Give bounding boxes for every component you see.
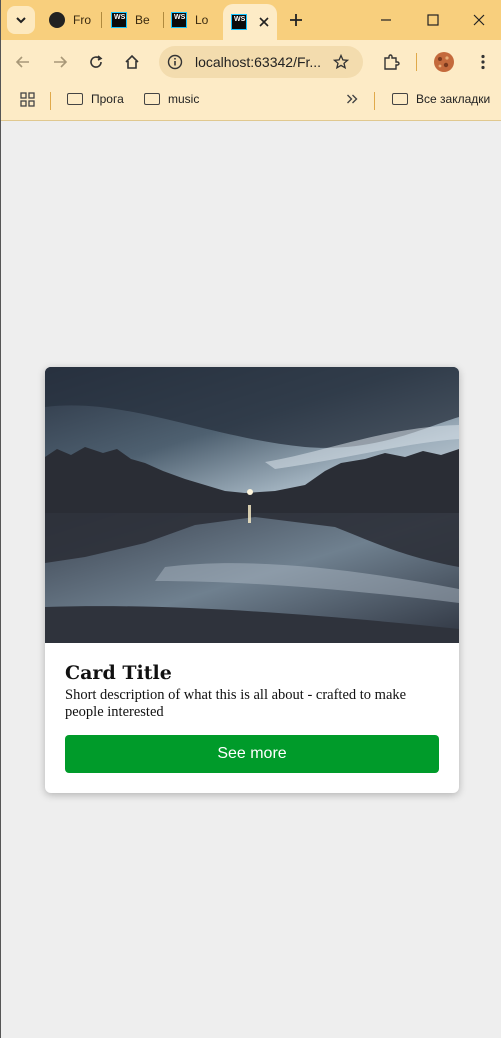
all-bookmarks-button[interactable]: Все закладки bbox=[392, 92, 490, 106]
browser-window: Fro WS Ве WS Lo WS localhost:63342/Fr...… bbox=[0, 0, 501, 1038]
forward-button[interactable] bbox=[48, 50, 72, 74]
bookmarks-separator bbox=[374, 92, 375, 110]
bookmark-folder-proga[interactable]: Прога bbox=[67, 92, 124, 106]
tab-webstorm-2[interactable]: WS Lo bbox=[171, 6, 215, 34]
minimize-button[interactable] bbox=[363, 0, 409, 40]
bookmarks-bar: Прога music Все закладки bbox=[1, 84, 501, 121]
bookmark-label: music bbox=[168, 92, 200, 106]
apps-grid-icon bbox=[20, 92, 35, 107]
plus-icon bbox=[290, 14, 302, 26]
folder-icon bbox=[144, 93, 160, 105]
bookmark-folder-music[interactable]: music bbox=[144, 92, 199, 106]
address-bar[interactable]: localhost:63342/Fr... bbox=[159, 46, 363, 78]
bookmarks-overflow-button[interactable] bbox=[346, 93, 358, 105]
tab-search-button[interactable] bbox=[7, 6, 35, 34]
avatar bbox=[434, 52, 454, 72]
tab-webstorm-1[interactable]: WS Ве bbox=[111, 6, 155, 34]
webstorm-icon: WS bbox=[111, 12, 127, 28]
home-button[interactable] bbox=[120, 50, 144, 74]
folder-icon bbox=[392, 93, 408, 105]
see-more-button[interactable]: See more bbox=[65, 735, 439, 773]
card-title: Card Title bbox=[65, 662, 172, 684]
address-url[interactable]: localhost:63342/Fr... bbox=[195, 54, 321, 70]
star-icon[interactable] bbox=[333, 54, 349, 70]
arrow-right-icon bbox=[54, 56, 68, 68]
folder-icon bbox=[67, 93, 83, 105]
home-icon bbox=[125, 54, 139, 69]
toolbar-separator bbox=[416, 53, 417, 71]
close-icon[interactable] bbox=[259, 17, 269, 27]
tab-separator bbox=[163, 12, 164, 28]
tab-strip: Fro WS Ве WS Lo WS bbox=[1, 0, 501, 40]
apps-button[interactable] bbox=[20, 92, 35, 107]
bookmark-label: Прога bbox=[91, 92, 124, 106]
arrow-left-icon bbox=[15, 56, 29, 68]
close-icon bbox=[473, 14, 485, 26]
window-close-button[interactable] bbox=[456, 0, 501, 40]
profile-button[interactable] bbox=[432, 50, 456, 74]
reload-icon bbox=[90, 55, 103, 68]
extensions-button[interactable] bbox=[379, 50, 403, 74]
github-icon bbox=[49, 12, 65, 28]
info-icon[interactable] bbox=[167, 54, 183, 70]
maximize-icon bbox=[427, 14, 439, 26]
menu-button[interactable] bbox=[471, 50, 495, 74]
back-button[interactable] bbox=[11, 50, 35, 74]
card-image bbox=[45, 367, 459, 643]
webstorm-icon: WS bbox=[171, 12, 187, 28]
more-vert-icon bbox=[481, 54, 485, 70]
tab-label: Fro bbox=[73, 13, 91, 27]
new-tab-button[interactable] bbox=[289, 6, 305, 34]
bookmarks-separator bbox=[50, 92, 51, 110]
tab-label: Ве bbox=[135, 13, 150, 27]
card: Card Title Short description of what thi… bbox=[45, 367, 459, 793]
puzzle-icon bbox=[384, 54, 400, 70]
tab-label: Lo bbox=[195, 13, 209, 27]
browser-toolbar: localhost:63342/Fr... bbox=[1, 40, 501, 84]
all-bookmarks-label: Все закладки bbox=[416, 92, 491, 106]
tab-separator bbox=[101, 12, 102, 28]
chevron-down-icon bbox=[16, 17, 26, 24]
chevron-double-right-icon bbox=[347, 94, 358, 104]
reload-button[interactable] bbox=[84, 50, 108, 74]
tab-github[interactable]: Fro bbox=[49, 6, 93, 34]
card-description: Short description of what this is all ab… bbox=[65, 687, 407, 720]
maximize-button[interactable] bbox=[410, 0, 456, 40]
minimize-icon bbox=[381, 19, 391, 21]
webstorm-icon: WS bbox=[231, 14, 247, 30]
tab-active[interactable]: WS bbox=[223, 4, 277, 40]
